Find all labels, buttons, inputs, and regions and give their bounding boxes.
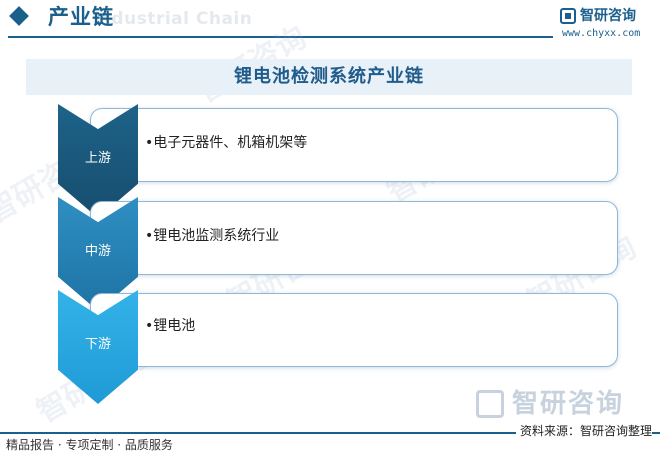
watermark-logo-text: 智研咨询 (512, 389, 625, 419)
stage-upstream-box: •电子元器件、机箱机架等 (90, 108, 618, 182)
stage-midstream-content: •锂电池监测系统行业 (145, 228, 280, 244)
header: Industrial Chain 产业链 智研咨询 www.chyxx.com (0, 0, 660, 48)
logo-icon (560, 8, 576, 24)
diamond-icon (9, 6, 29, 26)
brand-watermark: 智研咨询 (476, 386, 656, 426)
header-divider (8, 36, 553, 38)
stage-midstream-box: •锂电池监测系统行业 (90, 201, 618, 275)
header-title: 产业链 (48, 5, 114, 29)
logo-text: 智研咨询 (580, 8, 636, 24)
watermark-logo-icon (476, 390, 504, 418)
stage-downstream-box: •锂电池 (90, 293, 618, 367)
stage-midstream-label: 中游 (84, 244, 111, 259)
brand-logo[interactable]: 智研咨询 www.chyxx.com (560, 6, 652, 42)
stage-downstream-label: 下游 (84, 337, 111, 352)
header-watermark: Industrial Chain (92, 9, 253, 29)
logo-url[interactable]: www.chyxx.com (562, 28, 640, 40)
footer-tagline: 精品报告 · 专项定制 · 品质服务 (6, 438, 173, 452)
stage-upstream-label: 上游 (84, 151, 111, 166)
page-title: 锂电池检测系统产业链 (26, 59, 632, 95)
stage-upstream-content: •电子元器件、机箱机架等 (145, 135, 308, 151)
footer-source: 资料来源：智研咨询整理 (515, 423, 652, 439)
stage-downstream-content: •锂电池 (145, 318, 196, 334)
